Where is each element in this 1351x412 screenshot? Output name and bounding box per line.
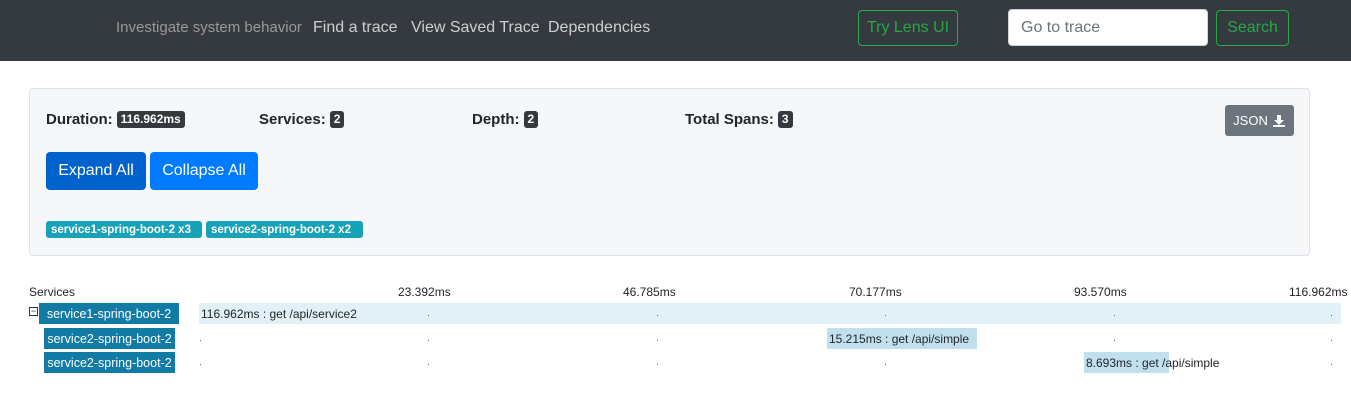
duration-badge: 116.962ms <box>116 111 185 128</box>
span-label: 15.215ms : get /api/simple <box>829 332 970 346</box>
download-icon <box>1272 114 1285 127</box>
grid-dot <box>1331 364 1332 365</box>
collapse-toggle-icon[interactable]: − <box>29 307 38 316</box>
service-name-label: service2-spring-boot-2 <box>44 328 175 349</box>
tick-label: 93.570ms <box>1074 285 1127 299</box>
services-badge: 2 <box>329 111 345 128</box>
service-tag-service2[interactable]: service2-spring-boot-2 x2 <box>206 221 363 238</box>
depth-stat: Depth: 2 <box>472 111 539 128</box>
grid-dot <box>657 364 658 365</box>
services-label: Services: <box>259 111 326 128</box>
nav-find-trace[interactable]: Find a trace <box>313 19 397 37</box>
services-column-header: Services <box>29 285 76 299</box>
span-bar[interactable] <box>199 303 1341 324</box>
depth-label: Depth: <box>472 111 520 128</box>
trace-summary-panel: Duration: 116.962ms Services: 2 Depth: 2… <box>29 88 1310 256</box>
grid-dot <box>885 364 886 365</box>
total-spans-badge: 3 <box>777 111 793 128</box>
grid-dot <box>1331 340 1332 341</box>
grid-dot <box>657 315 658 316</box>
depth-badge: 2 <box>523 111 539 128</box>
grid-dot <box>428 364 429 365</box>
nav-dependencies[interactable]: Dependencies <box>548 19 650 37</box>
tick-label: 46.785ms <box>623 285 676 299</box>
nav-view-saved-trace[interactable]: View Saved Trace <box>411 19 540 37</box>
grid-dot <box>885 315 886 316</box>
service-tag-service1[interactable]: service1-spring-boot-2 x3 <box>46 221 202 238</box>
total-spans-stat: Total Spans: 3 <box>685 111 793 128</box>
grid-dot <box>428 315 429 316</box>
top-navbar: Investigate system behavior Find a trace… <box>0 0 1351 61</box>
service-name-label: service2-spring-boot-2 <box>44 352 175 373</box>
tick-label: 23.392ms <box>398 285 451 299</box>
grid-dot <box>1114 315 1115 316</box>
expand-all-button[interactable]: Expand All <box>46 152 146 190</box>
grid-dot <box>428 340 429 341</box>
grid-dot <box>200 364 201 365</box>
service-name-label: service1-spring-boot-2 <box>39 303 179 324</box>
grid-dot <box>1114 340 1115 341</box>
navbar-subtitle: Investigate system behavior <box>116 19 302 36</box>
services-stat: Services: 2 <box>259 111 345 128</box>
search-button[interactable]: Search <box>1216 10 1289 46</box>
duration-stat: Duration: 116.962ms <box>46 111 185 128</box>
grid-dot <box>200 340 201 341</box>
try-lens-ui-button[interactable]: Try Lens UI <box>858 10 958 46</box>
grid-dot <box>1331 315 1332 316</box>
collapse-all-button[interactable]: Collapse All <box>150 152 258 190</box>
json-download-button[interactable]: JSON <box>1225 105 1294 136</box>
grid-dot <box>657 340 658 341</box>
tick-label: 116.962ms <box>1289 285 1348 299</box>
span-label: 8.693ms : get /api/simple <box>1086 356 1220 370</box>
tick-label: 70.177ms <box>849 285 902 299</box>
total-spans-label: Total Spans: <box>685 111 774 128</box>
span-label: 116.962ms : get /api/service2 <box>201 307 357 321</box>
duration-label: Duration: <box>46 111 113 128</box>
json-button-label: JSON <box>1233 113 1268 128</box>
go-to-trace-input[interactable] <box>1008 9 1208 46</box>
